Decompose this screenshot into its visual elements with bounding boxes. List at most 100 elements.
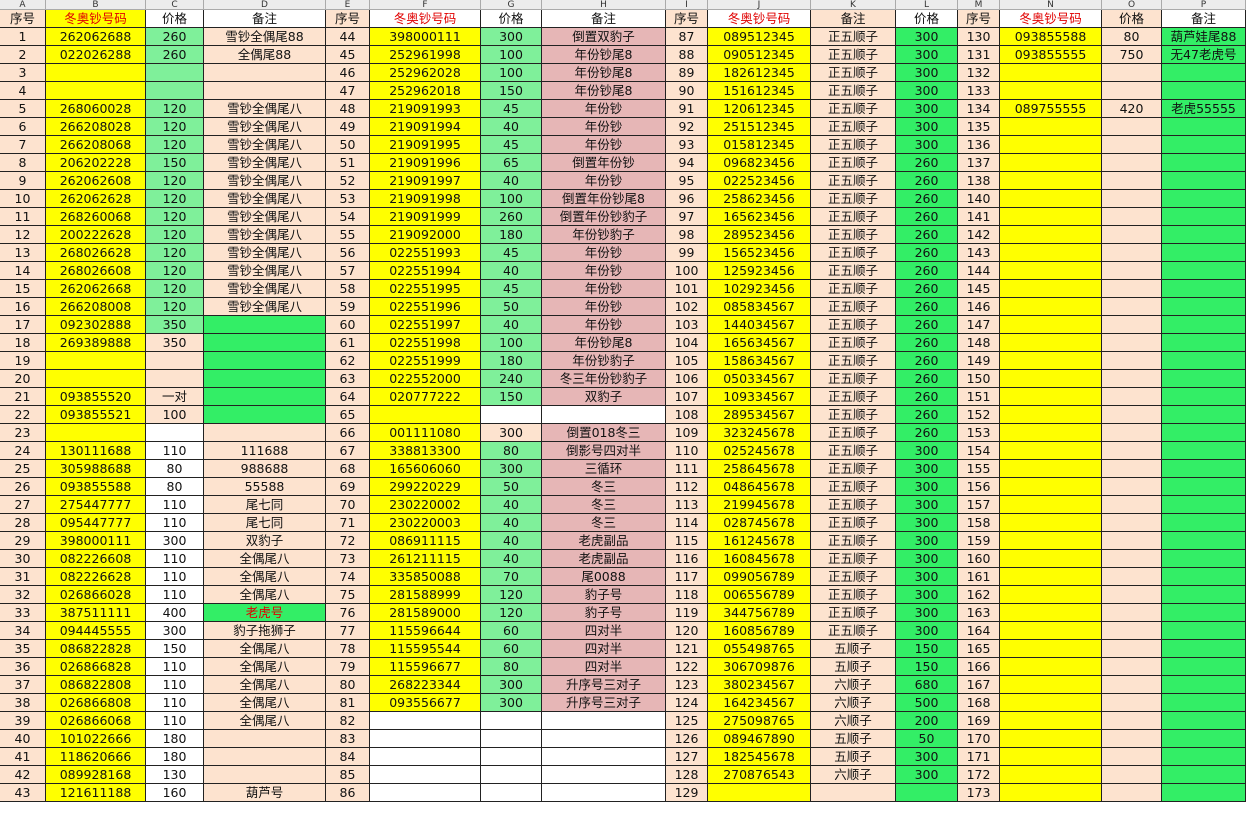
cell-number[interactable]: 251512345 xyxy=(708,118,811,136)
cell-seq[interactable]: 159 xyxy=(958,532,1000,550)
cell-seq[interactable]: 70 xyxy=(326,496,370,514)
cell-number[interactable]: 048645678 xyxy=(708,478,811,496)
cell-price[interactable] xyxy=(1102,208,1162,226)
cell-seq[interactable]: 156 xyxy=(958,478,1000,496)
cell-price[interactable]: 110 xyxy=(146,586,204,604)
cell-number[interactable]: 115595544 xyxy=(370,640,481,658)
cell-price[interactable] xyxy=(1102,280,1162,298)
cell-seq[interactable]: 137 xyxy=(958,154,1000,172)
cell-number[interactable]: 022026288 xyxy=(46,46,146,64)
column-header-g[interactable]: G xyxy=(481,0,542,10)
cell-number[interactable] xyxy=(1000,658,1102,676)
cell-price[interactable] xyxy=(1102,658,1162,676)
cell-seq[interactable]: 80 xyxy=(326,676,370,694)
cell-number[interactable]: 026866808 xyxy=(46,694,146,712)
cell-seq[interactable]: 170 xyxy=(958,730,1000,748)
cell-note[interactable]: 五顺子 xyxy=(811,748,896,766)
header-cell-number[interactable]: 冬奥钞号码 xyxy=(1000,10,1102,28)
cell-price[interactable] xyxy=(1102,604,1162,622)
cell-seq[interactable]: 36 xyxy=(0,658,46,676)
cell-price[interactable]: 180 xyxy=(146,730,204,748)
cell-number[interactable]: 387511111 xyxy=(46,604,146,622)
cell-number[interactable]: 026866828 xyxy=(46,658,146,676)
header-cell-seq[interactable]: 序号 xyxy=(666,10,708,28)
cell-price[interactable] xyxy=(1102,334,1162,352)
cell-price[interactable] xyxy=(481,712,542,730)
cell-seq[interactable]: 42 xyxy=(0,766,46,784)
cell-price[interactable] xyxy=(1102,172,1162,190)
cell-number[interactable]: 258623456 xyxy=(708,190,811,208)
cell-note[interactable] xyxy=(1162,262,1246,280)
cell-seq[interactable]: 43 xyxy=(0,784,46,802)
cell-note[interactable]: 正五顺子 xyxy=(811,244,896,262)
cell-seq[interactable]: 77 xyxy=(326,622,370,640)
cell-number[interactable]: 306709876 xyxy=(708,658,811,676)
cell-number[interactable]: 270876543 xyxy=(708,766,811,784)
cell-price[interactable]: 130 xyxy=(146,766,204,784)
cell-seq[interactable]: 44 xyxy=(326,28,370,46)
cell-note[interactable]: 尾七同 xyxy=(204,496,326,514)
column-header-f[interactable]: F xyxy=(370,0,481,10)
cell-note[interactable]: 年份钞 xyxy=(542,172,666,190)
cell-number[interactable] xyxy=(1000,730,1102,748)
cell-price[interactable]: 120 xyxy=(146,226,204,244)
cell-price[interactable]: 40 xyxy=(481,496,542,514)
cell-seq[interactable]: 135 xyxy=(958,118,1000,136)
cell-note[interactable]: 正五顺子 xyxy=(811,136,896,154)
cell-note[interactable] xyxy=(204,388,326,406)
column-header-j[interactable]: J xyxy=(708,0,811,10)
cell-seq[interactable]: 76 xyxy=(326,604,370,622)
cell-seq[interactable]: 26 xyxy=(0,478,46,496)
cell-number[interactable]: 206202228 xyxy=(46,154,146,172)
cell-seq[interactable]: 171 xyxy=(958,748,1000,766)
cell-number[interactable]: 338813300 xyxy=(370,442,481,460)
cell-note[interactable]: 豹子号 xyxy=(542,586,666,604)
cell-price[interactable]: 300 xyxy=(896,748,958,766)
cell-note[interactable]: 正五顺子 xyxy=(811,118,896,136)
cell-number[interactable]: 118620666 xyxy=(46,748,146,766)
cell-number[interactable] xyxy=(1000,676,1102,694)
cell-price[interactable]: 110 xyxy=(146,550,204,568)
cell-price[interactable] xyxy=(1102,622,1162,640)
cell-number[interactable]: 022552000 xyxy=(370,370,481,388)
cell-price[interactable]: 300 xyxy=(896,442,958,460)
cell-note[interactable]: 正五顺子 xyxy=(811,154,896,172)
cell-number[interactable]: 092302888 xyxy=(46,316,146,334)
cell-price[interactable]: 150 xyxy=(896,640,958,658)
cell-note[interactable]: 年份钞 xyxy=(542,280,666,298)
cell-price[interactable]: 260 xyxy=(896,406,958,424)
cell-seq[interactable]: 102 xyxy=(666,298,708,316)
cell-seq[interactable]: 61 xyxy=(326,334,370,352)
cell-number[interactable] xyxy=(1000,586,1102,604)
cell-number[interactable]: 022551999 xyxy=(370,352,481,370)
cell-seq[interactable]: 21 xyxy=(0,388,46,406)
cell-seq[interactable]: 17 xyxy=(0,316,46,334)
cell-seq[interactable]: 71 xyxy=(326,514,370,532)
cell-seq[interactable]: 92 xyxy=(666,118,708,136)
cell-price[interactable] xyxy=(1102,730,1162,748)
cell-price[interactable] xyxy=(1102,640,1162,658)
cell-note[interactable] xyxy=(1162,712,1246,730)
cell-number[interactable]: 055498765 xyxy=(708,640,811,658)
cell-price[interactable]: 300 xyxy=(146,622,204,640)
cell-price[interactable]: 300 xyxy=(896,28,958,46)
cell-note[interactable] xyxy=(1162,136,1246,154)
column-header-i[interactable]: I xyxy=(666,0,708,10)
cell-note[interactable]: 正五顺子 xyxy=(811,190,896,208)
cell-price[interactable]: 260 xyxy=(896,298,958,316)
cell-seq[interactable]: 95 xyxy=(666,172,708,190)
header-cell-note[interactable]: 备注 xyxy=(811,10,896,28)
cell-seq[interactable]: 138 xyxy=(958,172,1000,190)
cell-note[interactable] xyxy=(1162,370,1246,388)
cell-price[interactable] xyxy=(481,748,542,766)
cell-price[interactable] xyxy=(1102,514,1162,532)
cell-number[interactable]: 281589000 xyxy=(370,604,481,622)
cell-note[interactable]: 正五顺子 xyxy=(811,604,896,622)
cell-note[interactable]: 倒置年份钞 xyxy=(542,154,666,172)
cell-price[interactable] xyxy=(1102,370,1162,388)
cell-number[interactable]: 050334567 xyxy=(708,370,811,388)
cell-number[interactable]: 200222628 xyxy=(46,226,146,244)
cell-price[interactable]: 260 xyxy=(896,172,958,190)
cell-number[interactable] xyxy=(1000,640,1102,658)
cell-price[interactable]: 300 xyxy=(896,82,958,100)
